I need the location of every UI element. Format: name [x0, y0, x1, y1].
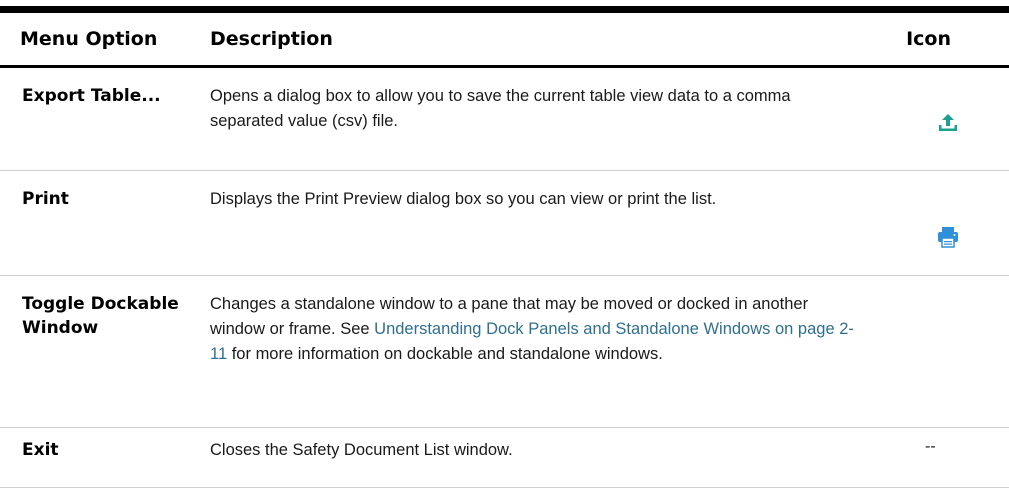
table-header: Menu Option Description Icon [0, 13, 1009, 68]
menu-options-table: Menu Option Description Icon Export Tabl… [0, 13, 1009, 488]
header-menu-option: Menu Option [0, 13, 190, 68]
icon-cell-exit: -- [878, 428, 1009, 488]
menu-option-export-table: Export Table... [22, 86, 161, 106]
table-row: Toggle Dockable Window Changes a standal… [0, 276, 1009, 428]
description-print: Displays the Print Preview dialog box so… [210, 190, 717, 208]
description-toggle-dockable-window: Changes a standalone window to a pane th… [190, 276, 878, 428]
description-exit: Closes the Safety Document List window. [210, 441, 513, 459]
export-upload-icon [936, 111, 960, 135]
table-row: Exit Closes the Safety Document List win… [0, 428, 1009, 488]
table-row: Export Table... Opens a dialog box to al… [0, 67, 1009, 171]
header-description: Description [190, 13, 878, 68]
top-rule [0, 6, 1009, 13]
icon-cell-export [878, 67, 1009, 171]
icon-cell-toggle [878, 276, 1009, 428]
menu-option-toggle-dockable-window: Toggle Dockable Window [22, 294, 179, 338]
menu-option-exit: Exit [22, 440, 59, 460]
icon-cell-print [878, 171, 1009, 276]
table-row: Print Displays the Print Preview dialog … [0, 171, 1009, 276]
no-icon-placeholder: -- [925, 438, 936, 455]
header-icon: Icon [878, 13, 1009, 68]
menu-option-print: Print [22, 189, 69, 209]
description-text-after-link: for more information on dockable and sta… [227, 345, 663, 363]
description-export-table: Opens a dialog box to allow you to save … [210, 87, 791, 130]
printer-icon [936, 225, 960, 249]
menu-options-page: Menu Option Description Icon Export Tabl… [0, 0, 1009, 488]
